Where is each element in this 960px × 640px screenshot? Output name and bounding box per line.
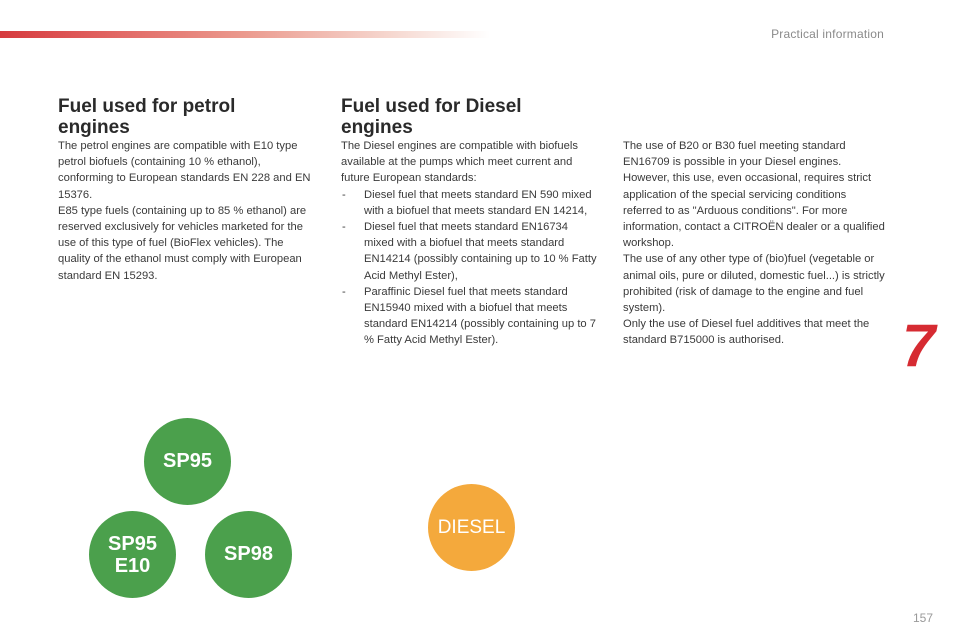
petrol-text: The petrol engines are compatible with E… xyxy=(58,138,318,284)
diesel-note-paragraph: The use of B20 or B30 fuel meeting stand… xyxy=(623,140,885,250)
header-accent-bar xyxy=(0,31,490,38)
diesel-intro: The Diesel engines are compatible with b… xyxy=(341,140,578,185)
sp95-e10-badge: SP95 E10 xyxy=(89,511,176,598)
diesel-text: The Diesel engines are compatible with b… xyxy=(341,138,599,349)
petrol-paragraph: E85 type fuels (containing up to 85 % et… xyxy=(58,204,307,282)
diesel-note-paragraph: Only the use of Diesel fuel additives th… xyxy=(623,318,870,347)
list-item: Diesel fuel that meets standard EN16734 … xyxy=(341,219,599,284)
sp98-badge: SP98 xyxy=(205,511,292,598)
diesel-heading: Fuel used for Diesel engines xyxy=(341,96,522,138)
section-label: Practical information xyxy=(771,27,884,41)
list-item: Paraffinic Diesel fuel that meets standa… xyxy=(341,284,599,349)
diesel-standards-list: Diesel fuel that meets standard EN 590 m… xyxy=(341,187,599,349)
petrol-paragraph: The petrol engines are compatible with E… xyxy=(58,140,311,201)
list-item: Diesel fuel that meets standard EN 590 m… xyxy=(341,187,599,219)
sp95-badge: SP95 xyxy=(144,418,231,505)
chapter-number: 7 xyxy=(902,312,936,379)
diesel-badge: DIESEL xyxy=(428,484,515,571)
page-number: 157 xyxy=(913,611,934,625)
diesel-notes: The use of B20 or B30 fuel meeting stand… xyxy=(623,138,885,349)
petrol-heading: Fuel used for petrol engines xyxy=(58,96,236,138)
diesel-note-paragraph: The use of any other type of (bio)fuel (… xyxy=(623,253,885,315)
